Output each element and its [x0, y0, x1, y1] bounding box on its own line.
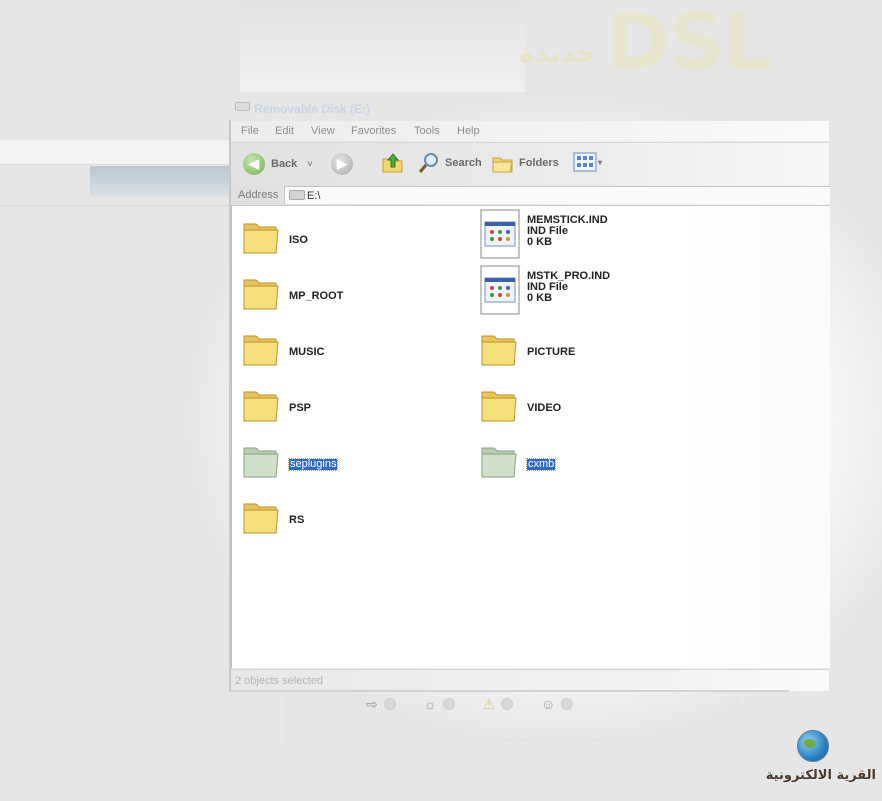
- file-item[interactable]: MEMSTICK.IND IND File 0 KB: [479, 208, 699, 260]
- folder-icon: [243, 279, 279, 310]
- folder-icon: [481, 335, 517, 366]
- globe-icon: [797, 730, 829, 762]
- explorer-window: Removable Disk (E:) File Edit View Favor…: [229, 96, 830, 692]
- chevron-down-icon[interactable]: ˅: [307, 159, 312, 169]
- file-list: ISO MEMSTICK.IND IND File 0 KB MP_ROOT M…: [231, 206, 830, 668]
- status-text: 2 objects selected: [235, 675, 324, 687]
- lightbulb-icon: ☼: [424, 696, 455, 712]
- item-size: 0 KB: [527, 292, 553, 304]
- folder-icon: [481, 447, 517, 478]
- background-banner: جديدة DSL: [240, 0, 773, 92]
- search-button[interactable]: Search: [417, 151, 482, 175]
- menu-tools[interactable]: Tools: [414, 125, 440, 137]
- background-icon-row: ⇨ ☼ ⚠ ☺: [366, 694, 601, 714]
- up-folder-icon: [382, 153, 403, 173]
- chevron-down-icon: ▾: [598, 157, 603, 167]
- folder-icon: [243, 391, 279, 422]
- folder-icon: [243, 503, 279, 534]
- address-label: Address: [238, 189, 279, 201]
- background-window-highlight: [90, 166, 232, 196]
- up-folder-button[interactable]: [381, 151, 405, 175]
- folder-item[interactable]: PSP: [241, 384, 461, 436]
- search-label: Search: [445, 157, 482, 169]
- folder-item-selected[interactable]: seplugins: [241, 440, 461, 492]
- background-divider: [300, 760, 740, 761]
- folder-item[interactable]: VIDEO: [479, 384, 699, 436]
- item-name: VIDEO: [527, 402, 562, 414]
- folder-icon: [243, 223, 279, 254]
- menu-bar: File Edit View Favorites Tools Help: [231, 121, 829, 141]
- forward-button[interactable]: ▶: [331, 153, 353, 175]
- window-border: [229, 120, 231, 692]
- site-logo: القرية الالكترونية: [766, 728, 880, 798]
- item-name: cxmb: [525, 458, 557, 471]
- background-window-bar: [0, 140, 232, 165]
- warning-icon: ⚠: [483, 696, 514, 713]
- folder-item[interactable]: ISO: [241, 216, 461, 268]
- address-bar: Address E:\: [231, 185, 830, 206]
- back-button[interactable]: ◀ Back ˅: [243, 153, 313, 175]
- arrow-right-icon: ⇨: [366, 696, 396, 713]
- background-divider: [0, 205, 232, 206]
- views-button[interactable]: ▾: [573, 152, 602, 172]
- forward-arrow-icon: ▶: [331, 153, 353, 175]
- address-value: E:\: [307, 190, 321, 202]
- ind-file-icon: [480, 265, 520, 315]
- toolbar: ◀ Back ˅ ▶ Search Folders ▾: [231, 142, 829, 185]
- item-name: MUSIC: [289, 346, 325, 358]
- item-size: 0 KB: [527, 236, 553, 248]
- folder-item[interactable]: PICTURE: [479, 328, 699, 380]
- item-name: MP_ROOT: [289, 290, 344, 302]
- menu-help[interactable]: Help: [457, 125, 480, 137]
- folder-item[interactable]: RS: [241, 496, 461, 548]
- back-arrow-icon: ◀: [243, 153, 265, 175]
- folders-label: Folders: [519, 157, 559, 169]
- logo-text: القرية الالكترونية: [765, 768, 876, 783]
- window-border: [229, 690, 789, 692]
- folder-item[interactable]: MUSIC: [241, 328, 461, 380]
- file-item[interactable]: MSTK_PRO.IND IND File 0 KB: [479, 264, 699, 316]
- folder-icon: [481, 391, 517, 422]
- search-icon: [418, 153, 438, 173]
- folders-icon: [492, 157, 513, 173]
- views-icon: [573, 152, 597, 172]
- item-name: PICTURE: [527, 346, 576, 358]
- drive-icon: [289, 190, 305, 200]
- item-name: ISO: [289, 234, 308, 246]
- menu-view[interactable]: View: [311, 125, 335, 137]
- address-input[interactable]: E:\: [284, 186, 830, 204]
- folder-item[interactable]: MP_ROOT: [241, 272, 461, 324]
- item-name: RS: [289, 514, 305, 526]
- menu-favorites[interactable]: Favorites: [351, 125, 396, 137]
- folder-item-selected[interactable]: cxmb: [479, 440, 699, 492]
- banner-arabic-text: جديدة: [519, 38, 596, 69]
- window-title: Removable Disk (E:): [254, 102, 371, 116]
- smiley-icon: ☺: [541, 696, 574, 712]
- item-name: seplugins: [287, 458, 339, 471]
- menu-file[interactable]: File: [241, 125, 259, 137]
- folder-icon: [243, 447, 279, 478]
- banner-latin-text: DSL: [606, 0, 773, 88]
- status-bar: 2 objects selected: [231, 669, 829, 691]
- folders-button[interactable]: Folders: [491, 151, 559, 175]
- folder-icon: [243, 335, 279, 366]
- drive-icon: [235, 102, 250, 111]
- title-bar[interactable]: Removable Disk (E:): [229, 96, 829, 120]
- ind-file-icon: [480, 209, 520, 259]
- item-name: PSP: [289, 402, 312, 414]
- back-label: Back: [271, 158, 298, 170]
- menu-edit[interactable]: Edit: [275, 125, 294, 137]
